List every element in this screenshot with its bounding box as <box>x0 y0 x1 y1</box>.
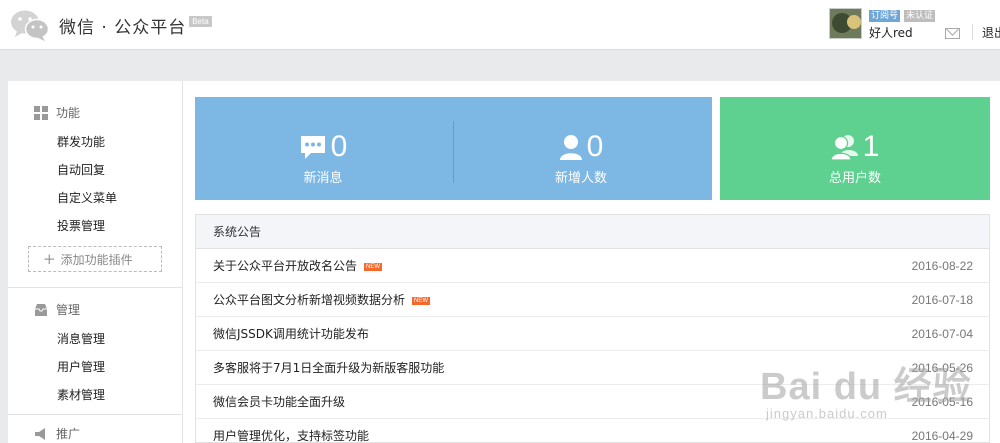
announcement-date: 2016-07-18 <box>911 293 973 307</box>
sidebar-section-label: 推广 <box>56 427 81 441</box>
announcement-row[interactable]: 用户管理优化，支持标签功能 2016-04-29 <box>196 419 989 443</box>
inbox-icon <box>35 303 47 316</box>
sidebar-item-mass-send[interactable]: 群发功能 <box>57 133 105 150</box>
announcement-row[interactable]: 多客服将于7月1日全面升级为新版客服功能 2016-05-26 <box>196 351 989 385</box>
sidebar-section-function: 功能 <box>34 104 80 121</box>
sidebar-section-label: 功能 <box>56 106 81 120</box>
add-plugin-button[interactable]: + 添加功能插件 <box>28 246 162 272</box>
users-group-icon <box>830 135 858 160</box>
brand-title: 微信 · 公众平台 <box>59 17 187 38</box>
announcement-row[interactable]: 公众平台图文分析新增视频数据分析 NEW 2016-07-18 <box>196 283 989 317</box>
announcement-date: 2016-04-29 <box>911 429 973 443</box>
new-badge: NEW <box>412 296 431 305</box>
announcements-title: 系统公告 <box>196 215 989 249</box>
sidebar-divider <box>8 287 183 288</box>
stat-new-users[interactable]: 0 新增人数 <box>501 129 661 187</box>
sidebar-section-label: 管理 <box>56 303 81 317</box>
sidebar-item-materials[interactable]: 素材管理 <box>57 386 105 403</box>
announcement-row[interactable]: 微信会员卡功能全面升级 2016-05-16 <box>196 385 989 419</box>
sidebar: 功能 群发功能 自动回复 自定义菜单 投票管理 + 添加功能插件 管理 消息管理… <box>8 81 183 443</box>
announcement-title[interactable]: 关于公众平台开放改名公告 <box>213 259 357 273</box>
top-header: 微信 · 公众平台 Beta 订阅号 未认证 好人red 退出 <box>0 0 1000 50</box>
announcement-date: 2016-08-22 <box>911 259 973 273</box>
wechat-logo-icon <box>11 10 50 41</box>
logout-link[interactable]: 退出 <box>982 24 1000 41</box>
announcement-date: 2016-05-16 <box>911 395 973 409</box>
stats-card-total-users: 1 总用户数 <box>720 97 990 200</box>
subscription-tag: 订阅号 <box>869 10 901 22</box>
stat-value: 0 <box>330 130 348 163</box>
main-container: 功能 群发功能 自动回复 自定义菜单 投票管理 + 添加功能插件 管理 消息管理… <box>8 81 1000 443</box>
avatar[interactable] <box>829 8 862 39</box>
card-divider <box>453 121 454 183</box>
announcement-date: 2016-05-26 <box>911 361 973 375</box>
sidebar-section-promo: 推广 <box>34 425 80 442</box>
grid-icon <box>34 105 48 120</box>
announcement-date: 2016-07-04 <box>911 327 973 341</box>
stats-card-messages-users: 0 新消息 0 新增人数 <box>195 97 712 200</box>
account-name[interactable]: 好人red <box>869 24 913 41</box>
unverified-tag: 未认证 <box>904 10 936 22</box>
plus-icon: + <box>43 250 56 268</box>
stat-new-messages[interactable]: 0 新消息 <box>243 129 403 186</box>
announcement-title[interactable]: 公众平台图文分析新增视频数据分析 <box>213 293 405 307</box>
user-icon <box>559 135 582 160</box>
sidebar-section-manage: 管理 <box>34 301 80 318</box>
sidebar-item-auto-reply[interactable]: 自动回复 <box>57 161 105 178</box>
announcement-row[interactable]: 微信JSSDK调用统计功能发布 2016-07-04 <box>196 317 989 351</box>
sidebar-item-messages[interactable]: 消息管理 <box>57 330 105 347</box>
brand-logo[interactable]: 微信 · 公众平台 Beta <box>10 8 212 42</box>
stat-label: 新消息 <box>303 171 343 186</box>
announcement-title[interactable]: 用户管理优化，支持标签功能 <box>213 429 369 443</box>
system-announcements: 系统公告 关于公众平台开放改名公告 NEW 2016-08-22 公众平台图文分析新增… <box>195 214 990 443</box>
new-badge: NEW <box>364 262 383 271</box>
announcement-row[interactable]: 关于公众平台开放改名公告 NEW 2016-08-22 <box>196 249 989 283</box>
mail-icon[interactable] <box>945 28 960 39</box>
announcement-title[interactable]: 多客服将于7月1日全面升级为新版客服功能 <box>213 361 444 375</box>
sidebar-item-vote[interactable]: 投票管理 <box>57 217 105 234</box>
beta-badge: Beta <box>189 15 212 27</box>
stat-total-users[interactable]: 1 总用户数 <box>775 129 935 187</box>
stat-value: 1 <box>862 130 880 163</box>
announcement-title[interactable]: 微信会员卡功能全面升级 <box>213 395 345 409</box>
stat-value: 0 <box>586 130 604 163</box>
megaphone-icon <box>35 427 45 440</box>
stat-label: 总用户数 <box>828 171 881 186</box>
announcement-title[interactable]: 微信JSSDK调用统计功能发布 <box>213 327 369 341</box>
stat-label: 新增人数 <box>554 171 607 186</box>
sidebar-item-custom-menu[interactable]: 自定义菜单 <box>57 189 117 206</box>
add-plugin-label: 添加功能插件 <box>60 252 133 267</box>
message-icon <box>300 136 325 159</box>
sidebar-divider <box>8 414 183 415</box>
header-divider <box>972 24 973 40</box>
sidebar-item-users[interactable]: 用户管理 <box>57 358 105 375</box>
